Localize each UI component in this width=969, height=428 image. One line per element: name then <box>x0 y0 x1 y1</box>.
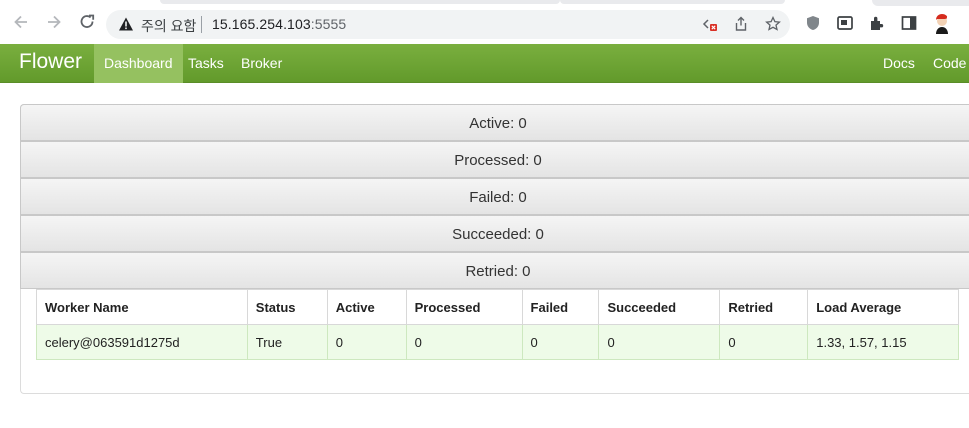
tab-strip <box>0 0 969 6</box>
browser-tab[interactable] <box>160 0 560 4</box>
table-cell: True <box>246 324 328 360</box>
column-header[interactable]: Status <box>246 289 328 325</box>
table-cell: 1.33, 1.57, 1.15 <box>807 324 959 360</box>
shield-icon[interactable] <box>804 14 822 32</box>
cast-icon[interactable] <box>836 14 854 32</box>
url-host: 15.165.254.103 <box>212 16 311 32</box>
browser-tab[interactable] <box>560 0 785 4</box>
table-cell: 0 <box>598 324 721 360</box>
nav-docs[interactable]: Docs <box>883 44 915 83</box>
column-header[interactable]: Worker Name <box>36 289 248 325</box>
arrow-left-icon <box>14 15 27 29</box>
workers-table: Worker Name Status Active Processed Fail… <box>36 289 959 360</box>
top-navbar: Flower Dashboard Tasks Broker Docs Code <box>0 44 969 83</box>
share-icon[interactable] <box>733 16 749 32</box>
stat-succeeded[interactable]: Succeeded: 0 <box>20 215 969 252</box>
stat-retried[interactable]: Retried: 0 <box>20 252 969 289</box>
column-header[interactable]: Retried <box>719 289 809 325</box>
column-header[interactable]: Active <box>326 289 407 325</box>
reload-icon <box>80 14 95 28</box>
forward-button[interactable] <box>43 12 65 34</box>
security-label[interactable]: 주의 요함 <box>141 16 196 36</box>
profile-avatar-icon[interactable] <box>931 12 953 34</box>
omnibox-divider <box>201 16 202 33</box>
side-panel-icon[interactable] <box>900 14 918 32</box>
column-header[interactable]: Processed <box>405 289 523 325</box>
worker-name-link[interactable]: celery@063591d1275d <box>36 324 248 360</box>
star-icon[interactable] <box>765 16 781 32</box>
nav-dashboard[interactable]: Dashboard <box>94 44 183 83</box>
extensions-icon[interactable] <box>868 14 886 32</box>
nav-code[interactable]: Code <box>933 44 966 83</box>
column-header[interactable]: Failed <box>521 289 600 325</box>
table-header-row: Worker Name Status Active Processed Fail… <box>36 289 959 325</box>
table-cell: 0 <box>719 324 809 360</box>
table-cell: 0 <box>405 324 523 360</box>
stat-active[interactable]: Active: 0 <box>20 104 969 141</box>
table-cell: 0 <box>326 324 407 360</box>
stat-failed[interactable]: Failed: 0 <box>20 178 969 215</box>
browser-chrome: 주의 요함 15.165.254.103:5555 <box>0 0 969 44</box>
table-cell: 0 <box>521 324 600 360</box>
browser-tab[interactable] <box>872 0 969 6</box>
address-bar[interactable]: 주의 요함 15.165.254.103:5555 <box>106 10 790 39</box>
table-row[interactable]: celery@063591d1275d True 0 0 0 0 0 1.33,… <box>36 324 959 360</box>
stat-processed[interactable]: Processed: 0 <box>20 141 969 178</box>
arrow-right-icon <box>48 15 61 29</box>
code-blocked-icon[interactable] <box>702 16 718 32</box>
warning-icon[interactable] <box>118 16 134 32</box>
column-header[interactable]: Succeeded <box>598 289 721 325</box>
reload-button[interactable] <box>76 12 98 34</box>
url-text[interactable]: 15.165.254.103:5555 <box>212 16 346 32</box>
nav-tasks[interactable]: Tasks <box>188 44 224 83</box>
nav-broker[interactable]: Broker <box>241 44 282 83</box>
brand-logo[interactable]: Flower <box>19 50 82 74</box>
column-header[interactable]: Load Average <box>807 289 959 325</box>
url-port: :5555 <box>310 16 347 32</box>
back-button[interactable] <box>10 12 32 34</box>
